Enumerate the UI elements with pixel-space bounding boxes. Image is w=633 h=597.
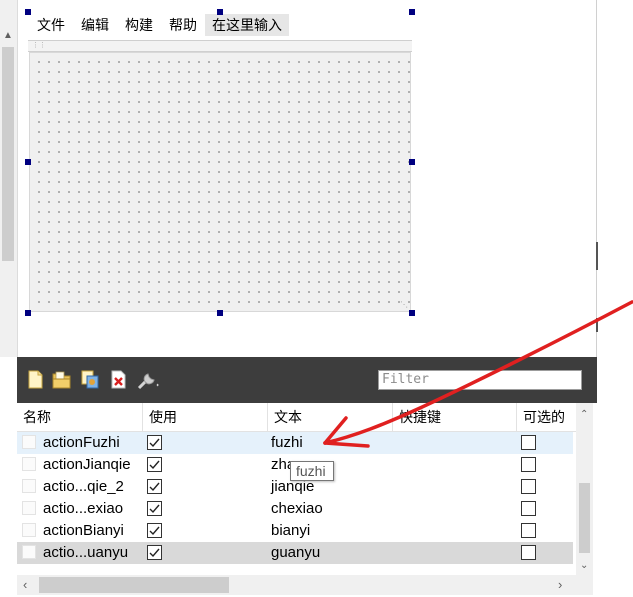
form-menubar: 文件 编辑 构建 帮助 在这里输入	[28, 12, 412, 38]
used-checkbox[interactable]	[147, 545, 162, 560]
action-text: bianyi	[271, 522, 311, 539]
checkable-checkbox[interactable]	[521, 501, 536, 516]
copy-icon[interactable]	[79, 367, 101, 391]
used-checkbox[interactable]	[147, 435, 162, 450]
used-checkbox[interactable]	[147, 457, 162, 472]
splitter-tick	[596, 318, 598, 332]
menu-type-here[interactable]: 在这里输入	[205, 14, 289, 36]
action-editor-toolbar: Filter	[17, 357, 597, 403]
resize-handle-l[interactable]	[25, 159, 31, 165]
table-horizontal-scrollbar[interactable]: ‹ ›	[17, 575, 593, 595]
used-checkbox[interactable]	[147, 501, 162, 516]
checkable-checkbox[interactable]	[521, 435, 536, 450]
scrollbar-thumb[interactable]	[2, 47, 14, 261]
editor-vertical-scrollbar[interactable]: ▲	[0, 0, 18, 357]
checkable-checkbox[interactable]	[521, 479, 536, 494]
action-icon-placeholder	[22, 501, 36, 515]
column-header-used[interactable]: 使用	[143, 403, 268, 431]
scrollbar-thumb[interactable]	[39, 577, 229, 593]
menu-edit[interactable]: 编辑	[73, 15, 117, 35]
delete-icon[interactable]	[108, 367, 130, 391]
scroll-up-icon[interactable]: ⌃	[580, 409, 588, 420]
table-row[interactable]: actio...uanyu guanyu	[17, 542, 573, 564]
resize-handle-bl[interactable]	[25, 310, 31, 316]
action-name: actionJianqie	[43, 456, 131, 473]
column-header-checkable[interactable]: 可选的	[517, 403, 577, 431]
configure-icon[interactable]	[135, 367, 159, 391]
action-name: actionFuzhi	[43, 434, 120, 451]
action-name: actio...qie_2	[43, 478, 124, 495]
tooltip: fuzhi	[290, 461, 334, 481]
menu-file[interactable]: 文件	[28, 15, 73, 35]
table-row[interactable]: actionFuzhi fuzhi	[17, 432, 573, 454]
action-icon-placeholder	[22, 479, 36, 493]
action-icon-placeholder	[22, 435, 36, 449]
toolbar-placeholder-strip: ⋮⋮	[28, 40, 412, 52]
action-icon-placeholder	[22, 457, 36, 471]
filter-input[interactable]: Filter	[378, 370, 582, 390]
action-icon-placeholder	[22, 545, 36, 559]
menu-help[interactable]: 帮助	[161, 15, 205, 35]
central-widget-grid[interactable]: ⋱	[29, 52, 411, 312]
table-row[interactable]: actio...exiao chexiao	[17, 498, 573, 520]
new-action-icon[interactable]	[25, 367, 47, 391]
open-icon[interactable]	[51, 367, 73, 391]
checkable-checkbox[interactable]	[521, 523, 536, 538]
used-checkbox[interactable]	[147, 479, 162, 494]
scroll-left-icon[interactable]: ‹	[23, 577, 27, 592]
table-header: 名称 使用 文本 快捷键 可选的	[17, 403, 577, 432]
menu-build[interactable]: 构建	[117, 15, 161, 35]
scroll-right-icon[interactable]: ›	[558, 577, 562, 592]
scroll-up-icon[interactable]: ▲	[3, 30, 13, 41]
column-header-name[interactable]: 名称	[17, 403, 143, 431]
resize-handle-tl[interactable]	[25, 9, 31, 15]
action-name: actio...uanyu	[43, 544, 129, 561]
action-table: 名称 使用 文本 快捷键 可选的 actionFuzhi fuzhi actio…	[17, 403, 597, 597]
action-text: fuzhi	[271, 434, 303, 451]
scroll-down-icon[interactable]: ⌄	[580, 560, 588, 571]
resize-handle-b[interactable]	[217, 310, 223, 316]
checkable-checkbox[interactable]	[521, 457, 536, 472]
grip-icon: ⋮⋮	[32, 42, 46, 49]
size-grip-icon[interactable]: ⋱	[400, 301, 408, 309]
action-icon-placeholder	[22, 523, 36, 537]
checkable-checkbox[interactable]	[521, 545, 536, 560]
used-checkbox[interactable]	[147, 523, 162, 538]
table-row[interactable]: actionBianyi bianyi	[17, 520, 573, 542]
action-text: chexiao	[271, 500, 323, 517]
resize-handle-r[interactable]	[409, 159, 415, 165]
table-vertical-scrollbar[interactable]: ⌃ ⌄	[576, 403, 593, 577]
column-header-shortcut[interactable]: 快捷键	[393, 403, 517, 431]
designer-form[interactable]: 文件 编辑 构建 帮助 在这里输入 ⋮⋮ ⋱	[28, 12, 412, 313]
scrollbar-thumb[interactable]	[579, 483, 590, 553]
column-header-text[interactable]: 文本	[268, 403, 393, 431]
action-name: actio...exiao	[43, 500, 124, 517]
editor-right-border	[596, 0, 597, 357]
resize-handle-br[interactable]	[409, 310, 415, 316]
action-name: actionBianyi	[43, 522, 124, 539]
resize-handle-t[interactable]	[217, 9, 223, 15]
action-text: guanyu	[271, 544, 321, 561]
resize-handle-tr[interactable]	[409, 9, 415, 15]
splitter-tick	[596, 242, 598, 270]
